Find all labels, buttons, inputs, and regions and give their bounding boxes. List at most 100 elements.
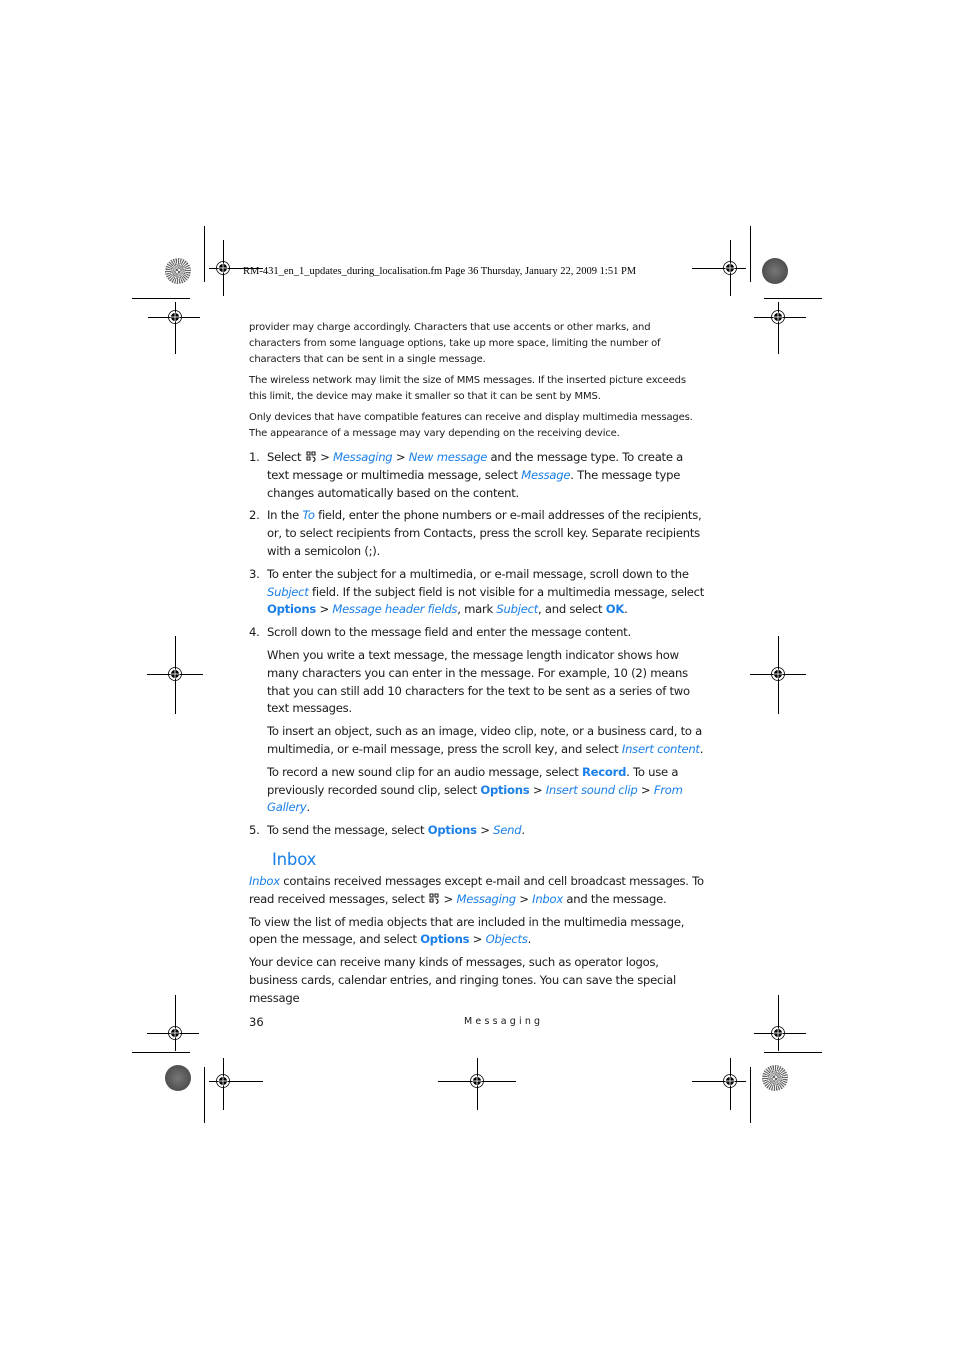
text: To send the message, select bbox=[267, 823, 428, 838]
text: > bbox=[392, 450, 409, 464]
step-4-detail: To insert an object, such as an image, v… bbox=[267, 723, 705, 759]
softkey-options[interactable]: Options bbox=[480, 783, 529, 797]
menu-link-inbox[interactable]: Inbox bbox=[532, 892, 563, 906]
crop-mark bbox=[778, 995, 779, 1051]
inbox-paragraph: Inbox contains received messages except … bbox=[249, 873, 705, 909]
softkey-options[interactable]: Options bbox=[428, 823, 477, 837]
menu-link-message-header-fields[interactable]: Message header fields bbox=[332, 602, 457, 616]
step-3: 3. To enter the subject for a multimedia… bbox=[249, 566, 705, 619]
running-footer-section: Messaging bbox=[464, 1016, 544, 1027]
text: > bbox=[529, 782, 546, 797]
menu-key-icon bbox=[306, 451, 316, 462]
text: field, enter the phone numbers or e-mail… bbox=[267, 508, 702, 558]
step-number: 1. bbox=[249, 450, 260, 464]
menu-link-new-message[interactable]: New message bbox=[409, 450, 488, 464]
intro-paragraph: provider may charge accordingly. Charact… bbox=[249, 322, 661, 365]
crop-mark bbox=[764, 298, 822, 299]
menu-link-messaging[interactable]: Messaging bbox=[333, 450, 393, 464]
intro-paragraph: The wireless network may limit the size … bbox=[249, 375, 686, 402]
step-number: 3. bbox=[249, 566, 260, 581]
inbox-paragraph: To view the list of media objects that a… bbox=[249, 914, 705, 950]
registration-mark-icon bbox=[470, 1074, 484, 1088]
softkey-record[interactable]: Record bbox=[582, 765, 626, 779]
color-bar-dark-icon bbox=[762, 258, 788, 284]
text: > bbox=[316, 450, 334, 464]
text: > bbox=[515, 891, 533, 906]
color-bar-spiral-icon bbox=[762, 1065, 788, 1091]
softkey-options[interactable]: Options bbox=[267, 602, 316, 616]
crop-mark bbox=[204, 1067, 205, 1123]
color-bar-spiral-icon bbox=[165, 258, 191, 284]
step-text: In the To field, enter the phone numbers… bbox=[267, 507, 705, 560]
menu-key-icon bbox=[429, 893, 439, 904]
page-content: provider may charge accordingly. Charact… bbox=[249, 320, 705, 1013]
menu-link-message[interactable]: Message bbox=[521, 468, 570, 482]
text: . bbox=[521, 823, 525, 838]
registration-mark-icon bbox=[771, 310, 785, 324]
step-text: To enter the subject for a multimedia, o… bbox=[267, 566, 705, 619]
softkey-ok[interactable]: OK bbox=[606, 602, 625, 616]
inbox-paragraph: Your device can receive many kinds of me… bbox=[249, 955, 676, 1005]
text: . bbox=[699, 741, 704, 756]
menu-link-messaging[interactable]: Messaging bbox=[456, 892, 516, 906]
text: . bbox=[624, 602, 628, 617]
text: , mark bbox=[457, 602, 497, 617]
text: , and select bbox=[538, 602, 606, 617]
crop-mark bbox=[132, 298, 190, 299]
registration-mark-icon bbox=[771, 667, 785, 681]
step-number: 5. bbox=[249, 823, 260, 838]
menu-link-insert-sound-clip[interactable]: Insert sound clip bbox=[546, 783, 638, 797]
color-bar-dark-icon bbox=[165, 1065, 191, 1091]
text: > bbox=[469, 932, 486, 947]
step-number: 4. bbox=[249, 625, 260, 640]
registration-mark-icon bbox=[168, 310, 182, 324]
text: To record a new sound clip for an audio … bbox=[267, 764, 582, 779]
crop-mark bbox=[175, 995, 176, 1051]
step-1: 1. Select > Messaging > New message and … bbox=[249, 449, 705, 502]
intro-paragraph: Only devices that have compatible featur… bbox=[249, 412, 693, 439]
step-4-detail: To record a new sound clip for an audio … bbox=[267, 764, 705, 817]
registration-mark-icon bbox=[723, 261, 737, 275]
field-link-subject[interactable]: Subject bbox=[267, 585, 309, 599]
text: and the message. bbox=[563, 891, 667, 906]
registration-mark-icon bbox=[168, 1026, 182, 1040]
text: > bbox=[440, 891, 457, 906]
registration-mark-icon bbox=[723, 1074, 737, 1088]
field-link-to[interactable]: To bbox=[302, 508, 315, 522]
text: > bbox=[476, 823, 494, 838]
step-number: 2. bbox=[249, 508, 260, 523]
crop-mark bbox=[764, 1052, 822, 1053]
softkey-options[interactable]: Options bbox=[420, 932, 469, 946]
step-text: Scroll down to the message field and ent… bbox=[267, 625, 631, 640]
registration-mark-icon bbox=[168, 667, 182, 681]
text: . bbox=[306, 800, 311, 815]
crop-mark bbox=[132, 1052, 190, 1053]
text: In the bbox=[267, 508, 303, 523]
step-text: Select > Messaging > New message and the… bbox=[267, 449, 705, 502]
crop-mark bbox=[204, 226, 205, 282]
menu-link-inbox[interactable]: Inbox bbox=[249, 874, 280, 888]
menu-link-insert-content[interactable]: Insert content bbox=[622, 742, 700, 756]
section-heading-inbox: Inbox bbox=[272, 849, 317, 869]
text: To enter the subject for a multimedia, o… bbox=[267, 566, 689, 581]
text: Select bbox=[267, 450, 305, 464]
step-4: 4. Scroll down to the message field and … bbox=[249, 624, 705, 642]
print-slug: RM-431_en_1_updates_during_localisation.… bbox=[243, 266, 637, 277]
crop-mark bbox=[750, 1067, 751, 1123]
text: field. If the subject field is not visib… bbox=[308, 584, 705, 599]
crop-mark bbox=[750, 226, 751, 282]
step-2: 2. In the To field, enter the phone numb… bbox=[249, 507, 705, 560]
menu-link-send[interactable]: Send bbox=[493, 823, 521, 837]
registration-mark-icon bbox=[216, 1074, 230, 1088]
step-4-detail: When you write a text message, the messa… bbox=[267, 647, 690, 716]
step-5: 5. To send the message, select Options >… bbox=[249, 822, 705, 840]
field-link-subject[interactable]: Subject bbox=[496, 602, 538, 616]
menu-link-objects[interactable]: Objects bbox=[486, 932, 528, 946]
step-text: To send the message, select Options > Se… bbox=[267, 822, 705, 840]
text: > bbox=[637, 782, 654, 797]
registration-mark-icon bbox=[216, 261, 230, 275]
page-number: 36 bbox=[249, 1015, 264, 1029]
text: . bbox=[527, 932, 532, 947]
text: > bbox=[316, 602, 333, 617]
registration-mark-icon bbox=[771, 1026, 785, 1040]
